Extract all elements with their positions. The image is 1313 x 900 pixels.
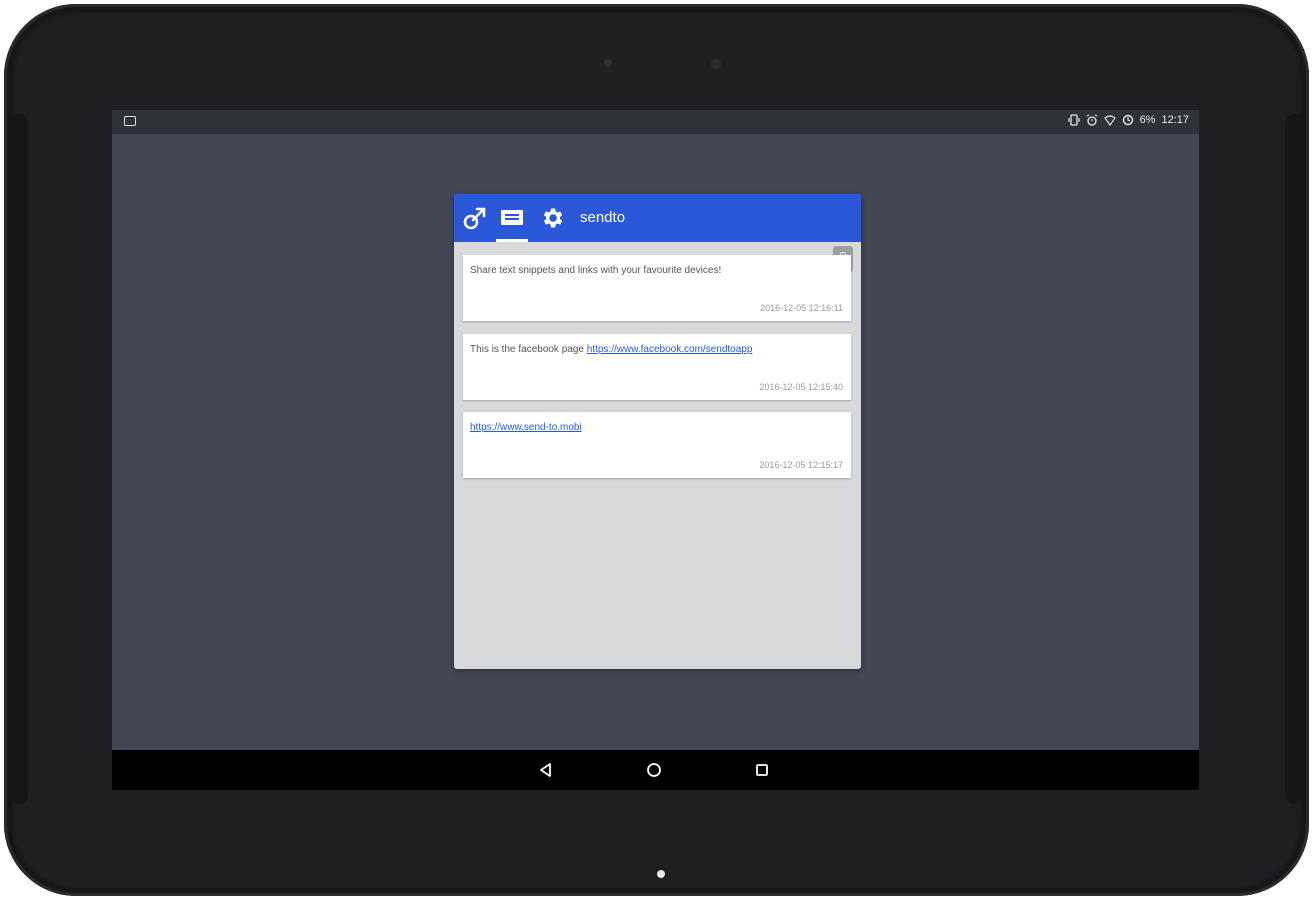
screen: 6% 12:17 sendto Share text snippets and … [112,110,1199,790]
home-button[interactable] [644,760,664,780]
message-link[interactable]: https://www.facebook.com/sendtoapp [587,344,753,355]
gear-icon [543,208,563,228]
status-icons: 6% 12:17 [1067,114,1189,126]
back-button[interactable] [536,760,556,780]
speaker-right [1285,114,1303,804]
tab-messages[interactable] [495,202,529,242]
message-card[interactable]: This is the facebook page https://www.fa… [463,334,851,400]
speaker-left [10,114,28,804]
home-indicator-dot [657,870,665,878]
message-link[interactable]: https://www.send-to.mobi [470,422,582,433]
recent-apps-icon [756,764,768,776]
recent-apps-button[interactable] [752,760,772,780]
notification-icon [124,116,136,126]
battery-level: 6% [1139,114,1156,126]
app-bar: sendto [454,194,861,242]
sensor [604,59,612,67]
alarm-icon [1086,114,1098,126]
navigation-bar [112,750,1199,790]
send-icon [463,207,486,230]
message-body: Share text snippets and links with your … [470,265,722,276]
front-camera [711,59,721,69]
message-text: https://www.send-to.mobi [470,422,582,433]
wifi-icon [1103,114,1116,126]
vibrate-icon [1067,114,1080,126]
sendto-window: sendto Share text snippets and links wit… [454,194,861,669]
tab-share[interactable] [458,202,492,234]
tab-settings[interactable] [535,202,569,234]
app-title: sendto [580,209,626,226]
message-body: This is the facebook page [470,344,587,355]
message-card[interactable]: https://www.send-to.mobi 2016-12-05 12:1… [463,412,851,478]
clock: 12:17 [1161,114,1189,126]
message-timestamp: 2016-12-05 12:15:17 [759,460,843,470]
back-icon [540,763,551,777]
message-icon [501,210,523,225]
selected-tab-indicator [496,239,528,242]
message-card[interactable]: Share text snippets and links with your … [463,255,851,321]
message-text: This is the facebook page https://www.fa… [470,344,752,355]
status-bar: 6% 12:17 [112,110,1199,134]
message-text: Share text snippets and links with your … [470,265,721,276]
battery-saver-icon [1122,114,1134,126]
home-icon [647,763,661,777]
message-timestamp: 2016-12-05 12:15:40 [759,382,843,392]
message-timestamp: 2016-12-05 12:16:11 [760,303,843,313]
